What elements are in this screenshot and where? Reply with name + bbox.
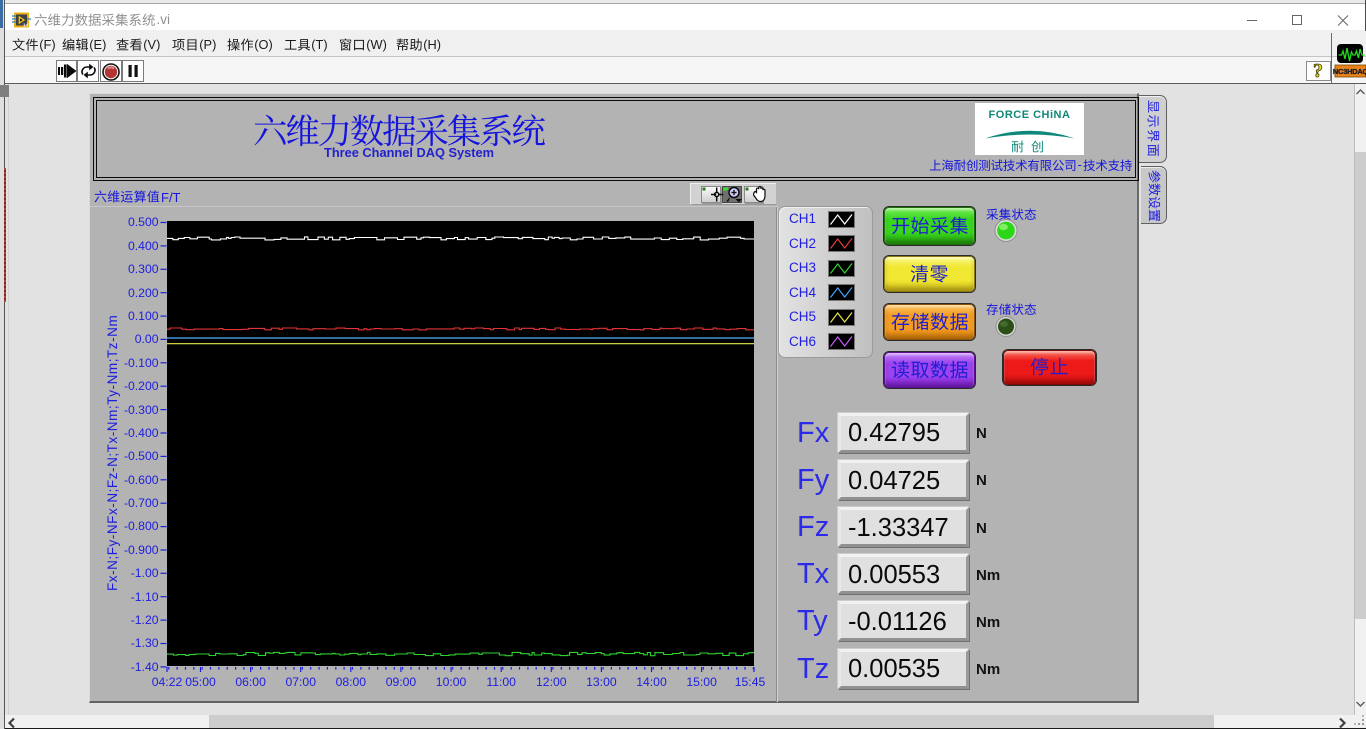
svg-text:NC3HDAQ: NC3HDAQ bbox=[1333, 67, 1366, 76]
svg-text:?: ? bbox=[1313, 61, 1323, 79]
